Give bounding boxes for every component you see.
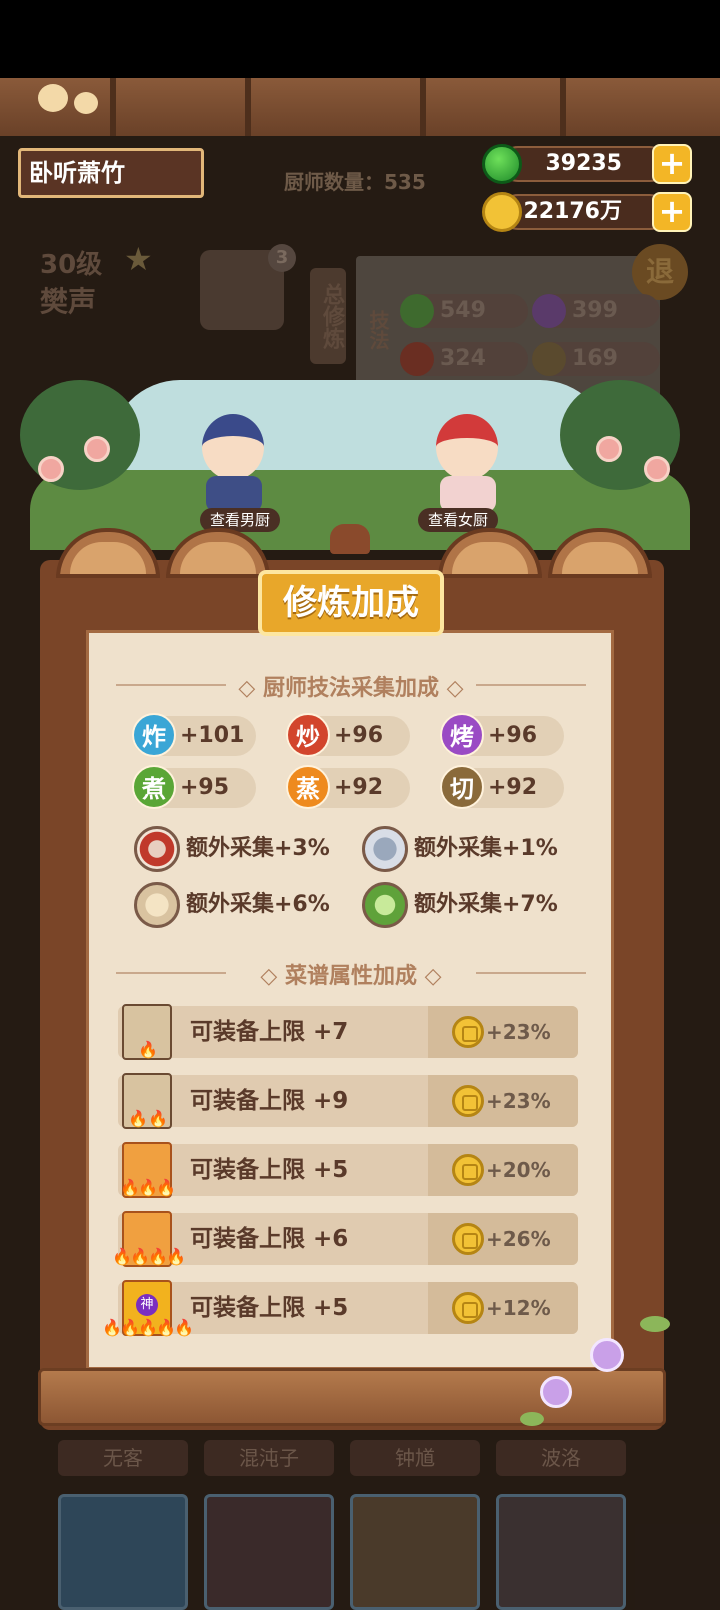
leaf-decoration (640, 1316, 670, 1332)
jade-amount: 39235 (545, 151, 622, 176)
badge-count: 3 (268, 244, 296, 272)
fire-icon: 🔥 (120, 1178, 140, 1197)
chef-tab[interactable]: 无客 (58, 1440, 188, 1476)
blossom-icon (84, 436, 110, 462)
chef-portrait[interactable] (58, 1494, 188, 1610)
stat-cut: 169 (532, 342, 660, 376)
cultivate-label[interactable]: 总修炼 (310, 268, 346, 364)
player-name: 卧听萧竹 (18, 148, 204, 198)
male-chef-avatar[interactable] (202, 414, 264, 480)
blossom-icon (596, 436, 622, 462)
female-chef-body (440, 476, 496, 512)
coin-counter: 22176万 (500, 194, 668, 230)
vegetable-icon (362, 882, 408, 928)
chef-portrait[interactable] (496, 1494, 626, 1610)
fire-icon: 🔥 (130, 1247, 150, 1266)
flower-decoration (540, 1376, 572, 1408)
add-jade-button[interactable]: + (652, 144, 692, 184)
extra-meat: 额外采集+3% (134, 826, 354, 872)
section-skill-title: ◇ 厨师技法采集加成 ◇ (116, 670, 586, 702)
skill-roast: 烤 +96 (440, 713, 564, 757)
fire-icon: 🔥 (166, 1247, 186, 1266)
skill-stirfry: 炒 +96 (286, 713, 410, 757)
fire-icon: 🔥 (148, 1247, 168, 1266)
panel-title: 修炼加成 (258, 570, 444, 636)
recipe-row: 🔥 🔥 可装备上限 +9 +23% (118, 1073, 578, 1129)
stat-boil: 549 (400, 294, 528, 328)
boil-icon: 煮 (132, 765, 176, 809)
skill-steam: 蒸 +92 (286, 765, 410, 809)
chef-tab[interactable]: 钟馗 (350, 1440, 480, 1476)
stat-roast: 399 (532, 294, 660, 328)
fire-icon: 🔥 (138, 1178, 158, 1197)
fire-icon: 🔥 (120, 1318, 140, 1337)
fire-icon: 🔥 (102, 1318, 122, 1337)
star-icon: ★ (124, 240, 153, 278)
fry-icon: 炸 (132, 713, 176, 757)
add-coin-button[interactable]: + (652, 192, 692, 232)
roast-icon: 烤 (440, 713, 484, 757)
blossom-icon (644, 456, 670, 482)
chef-name: 樊声 (40, 285, 97, 318)
coin-icon (482, 192, 522, 232)
meat-icon (134, 826, 180, 872)
coin-icon (452, 1154, 484, 1186)
fire-icon: 🔥 (112, 1247, 132, 1266)
fire-icon: 🔥 (148, 1109, 168, 1128)
recipe-row: 神 🔥 🔥 🔥 🔥 🔥 可装备上限 +5 +12% (102, 1280, 578, 1337)
coin-amount: 22176万 (523, 199, 622, 224)
chef-portrait[interactable] (204, 1494, 334, 1610)
jade-counter: 39235 (500, 146, 668, 182)
chef-count: 厨师数量：535 (284, 170, 426, 194)
male-chef-body (206, 476, 262, 512)
coin-icon (452, 1016, 484, 1048)
fish-icon (362, 826, 408, 872)
recipe-row: 🔥 🔥 🔥 🔥 可装备上限 +6 +26% (112, 1211, 578, 1267)
extra-fish: 额外采集+1% (362, 826, 582, 872)
god-badge: 神 (136, 1294, 158, 1316)
steam-icon: 蒸 (286, 765, 330, 809)
fire-icon: 🔥 (156, 1178, 176, 1197)
stirfry-icon: 炒 (286, 713, 330, 757)
cut-icon: 切 (440, 765, 484, 809)
fire-icon: 🔥 (138, 1318, 158, 1337)
chef-tab[interactable]: 波洛 (496, 1440, 626, 1476)
flour-icon (134, 882, 180, 928)
chef-level: 30级 (40, 250, 103, 280)
coin-icon (452, 1085, 484, 1117)
roof-beam (0, 78, 720, 136)
fire-icon: 🔥 (156, 1318, 176, 1337)
skill-fry: 炸 +101 (132, 713, 256, 757)
technique-label: 技法 (366, 310, 390, 350)
chocolate-ornament (330, 524, 370, 554)
coin-icon (452, 1223, 484, 1255)
fire-icon: 🔥 (128, 1109, 148, 1128)
leaf-decoration (520, 1412, 544, 1426)
panel-bottom-bar (38, 1368, 666, 1426)
recipe-row: 🔥 可装备上限 +7 +23% (118, 1004, 578, 1060)
skill-boil: 煮 +95 (132, 765, 256, 809)
chick-decoration (38, 84, 68, 112)
exit-button[interactable]: 退 (632, 244, 688, 300)
coin-icon (452, 1292, 484, 1324)
section-recipe-title: ◇ 菜谱属性加成 ◇ (116, 958, 586, 990)
jade-icon (482, 144, 522, 184)
female-chef-avatar[interactable] (436, 414, 498, 480)
flower-decoration (590, 1338, 624, 1372)
recipe-row: 🔥 🔥 🔥 可装备上限 +5 +20% (118, 1142, 578, 1198)
blossom-icon (38, 456, 64, 482)
chick-decoration (74, 92, 98, 114)
skill-cut: 切 +92 (440, 765, 564, 809)
extra-vegetable: 额外采集+7% (362, 882, 582, 928)
chef-tab[interactable]: 混沌子 (204, 1440, 334, 1476)
fire-icon: 🔥 (138, 1040, 158, 1059)
stat-stirfry: 324 (400, 342, 528, 376)
extra-flour: 额外采集+6% (134, 882, 354, 928)
chef-portrait[interactable] (350, 1494, 480, 1610)
